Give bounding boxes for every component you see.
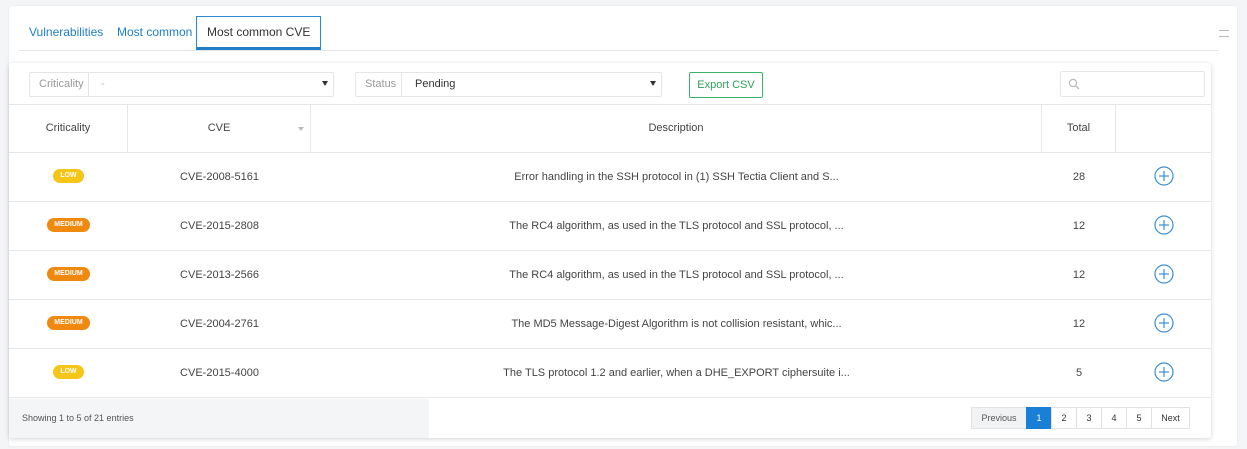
tab-vulnerabilities[interactable]: Vulnerabilities xyxy=(19,16,113,50)
menu-icon[interactable] xyxy=(1219,30,1229,37)
criticality-cell: MEDIUM xyxy=(9,202,128,250)
criticality-filter-value: - xyxy=(101,78,105,90)
plus-circle-icon[interactable] xyxy=(1153,166,1174,186)
total-cell: 28 xyxy=(1072,171,1086,183)
cve-id-cell: CVE-2004-2761 xyxy=(180,318,259,330)
column-header-actions xyxy=(1116,105,1211,152)
status-filter-label: Status xyxy=(356,73,402,96)
pagination-page[interactable]: 3 xyxy=(1076,407,1102,429)
cve-id-cell: CVE-2013-2566 xyxy=(180,269,259,281)
actions-cell xyxy=(1116,153,1211,201)
column-header-cve[interactable]: CVE xyxy=(128,105,311,152)
status-filter-value: Pending xyxy=(415,78,456,90)
actions-cell xyxy=(1116,300,1211,348)
criticality-cell: MEDIUM xyxy=(9,300,128,348)
cve-id-cell: CVE-2008-5161 xyxy=(180,171,259,183)
description-cell: The MD5 Message-Digest Algorithm is not … xyxy=(511,318,842,330)
table-row: LOW CVE-2015-4000 The TLS protocol 1.2 and… xyxy=(9,349,1211,398)
pagination-page[interactable]: 4 xyxy=(1101,407,1127,429)
description-cell: The RC4 algorithm, as used in the TLS pr… xyxy=(509,220,844,232)
table-row: MEDIUM CVE-2013-2566 The RC4 algorithm, as… xyxy=(9,251,1211,300)
tab-most-common[interactable]: Most common xyxy=(107,16,202,50)
table-footer: Showing 1 to 5 of 21 entries Previous 1 … xyxy=(9,399,1211,438)
pagination-next[interactable]: Next xyxy=(1151,407,1190,429)
criticality-badge: MEDIUM xyxy=(47,267,90,282)
total-cell: 5 xyxy=(1075,367,1083,379)
column-header-description[interactable]: Description xyxy=(311,105,1042,152)
pagination-page[interactable]: 2 xyxy=(1051,407,1077,429)
plus-circle-icon[interactable] xyxy=(1153,264,1174,284)
cve-id-cell: CVE-2015-4000 xyxy=(180,367,259,379)
criticality-cell: LOW xyxy=(9,349,128,397)
pagination-page[interactable]: 5 xyxy=(1126,407,1152,429)
chevron-down-icon xyxy=(322,81,328,86)
table-header: Criticality CVE Description Total xyxy=(9,104,1211,153)
criticality-badge: LOW xyxy=(53,169,84,184)
cve-table-card: Criticality - Status Pending Export CSV … xyxy=(9,63,1211,438)
column-header-criticality[interactable]: Criticality xyxy=(9,105,128,152)
actions-cell xyxy=(1116,202,1211,250)
cve-id-cell: CVE-2015-2808 xyxy=(180,220,259,232)
criticality-filter[interactable]: Criticality - xyxy=(29,72,334,97)
total-cell: 12 xyxy=(1072,220,1086,232)
criticality-badge: MEDIUM xyxy=(47,218,90,233)
entries-info: Showing 1 to 5 of 21 entries xyxy=(22,413,134,423)
plus-circle-icon[interactable] xyxy=(1153,313,1174,333)
criticality-filter-label: Criticality xyxy=(30,73,89,96)
actions-cell xyxy=(1116,251,1211,299)
criticality-cell: MEDIUM xyxy=(9,251,128,299)
column-header-total[interactable]: Total xyxy=(1042,105,1116,152)
chevron-down-icon xyxy=(650,81,656,86)
table-row: MEDIUM CVE-2004-2761 The MD5 Message-Diges… xyxy=(9,300,1211,349)
total-cell: 12 xyxy=(1072,318,1086,330)
total-cell: 12 xyxy=(1072,269,1086,281)
table-row: LOW CVE-2008-5161 Error handling in the SS… xyxy=(9,153,1211,202)
tab-bar: Vulnerabilities Most common Most common … xyxy=(19,16,1219,51)
pagination: Previous 1 2 3 4 5 Next xyxy=(971,407,1190,429)
plus-circle-icon[interactable] xyxy=(1153,362,1174,382)
description-cell: The TLS protocol 1.2 and earlier, when a… xyxy=(503,367,850,379)
search-icon xyxy=(1068,78,1080,90)
plus-circle-icon[interactable] xyxy=(1153,215,1174,235)
description-cell: Error handling in the SSH protocol in (1… xyxy=(514,171,839,183)
tab-most-common-cve[interactable]: Most common CVE xyxy=(196,16,322,50)
sort-icon xyxy=(298,127,304,131)
pagination-previous[interactable]: Previous xyxy=(971,407,1027,429)
column-header-cve-label: CVE xyxy=(207,122,231,134)
search-input[interactable] xyxy=(1060,71,1205,97)
criticality-badge: MEDIUM xyxy=(47,316,90,331)
actions-cell xyxy=(1116,349,1211,397)
status-filter[interactable]: Status Pending xyxy=(355,72,662,97)
description-cell: The RC4 algorithm, as used in the TLS pr… xyxy=(509,269,844,281)
footer-info-area: Showing 1 to 5 of 21 entries xyxy=(9,399,429,438)
export-csv-button[interactable]: Export CSV xyxy=(689,72,763,98)
table-row: MEDIUM CVE-2015-2808 The RC4 algorithm, as… xyxy=(9,202,1211,251)
criticality-badge: LOW xyxy=(53,365,84,380)
pagination-page[interactable]: 1 xyxy=(1026,407,1052,429)
criticality-cell: LOW xyxy=(9,153,128,201)
